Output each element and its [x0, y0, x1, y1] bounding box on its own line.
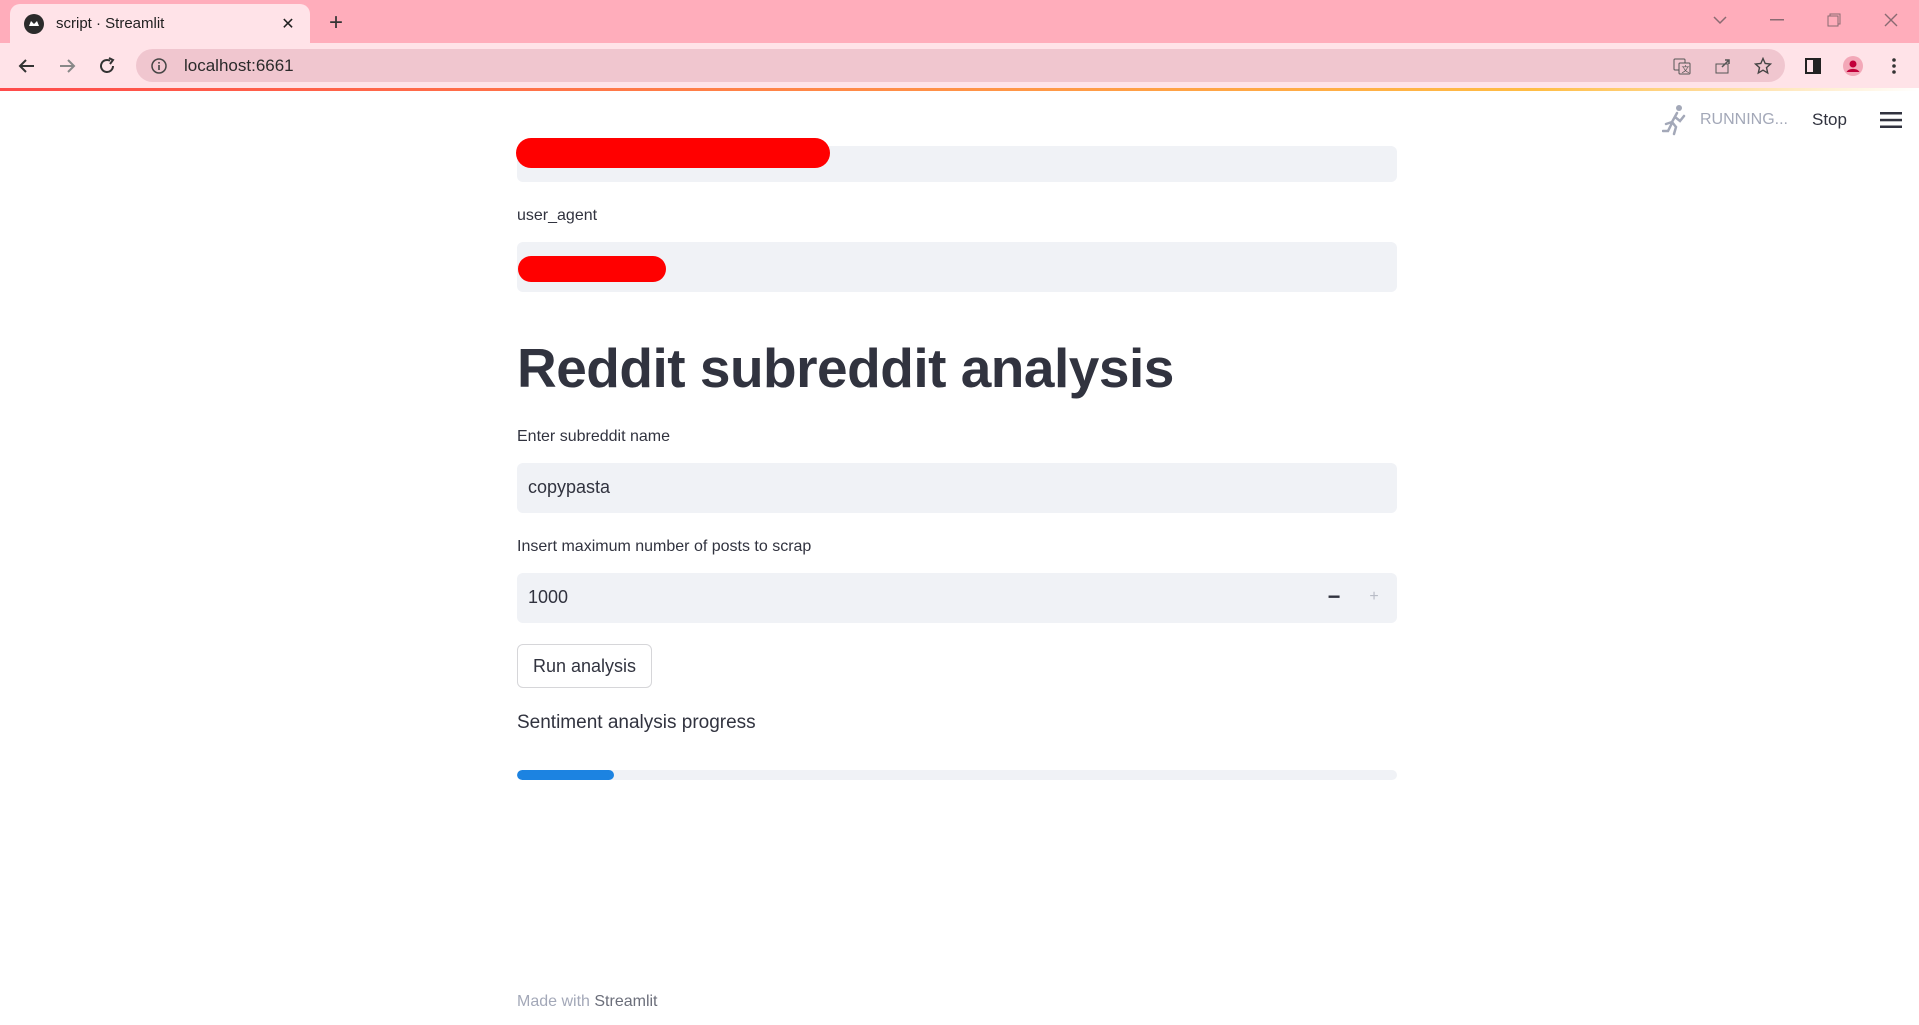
- bookmark-star-icon[interactable]: [1748, 49, 1778, 82]
- browser-menu-icon[interactable]: [1878, 50, 1910, 82]
- tab-title: script · Streamlit: [56, 15, 165, 32]
- url-text: localhost:6661: [184, 55, 294, 75]
- subreddit-value: copypasta: [528, 477, 611, 497]
- user-agent-label: user_agent: [517, 207, 598, 224]
- browser-tab-bar: script · Streamlit ✕ +: [0, 0, 1919, 43]
- max-posts-label: Insert maximum number of posts to scrap: [517, 538, 812, 555]
- site-info-icon[interactable]: [150, 57, 168, 75]
- redaction-mark: [518, 256, 666, 282]
- restore-icon[interactable]: [1806, 0, 1862, 40]
- subreddit-input[interactable]: copypasta: [517, 463, 1397, 513]
- redacted-input-top[interactable]: [516, 138, 1397, 182]
- browser-tab[interactable]: script · Streamlit ✕: [10, 4, 310, 43]
- progress-bar: [517, 770, 1397, 780]
- share-icon[interactable]: [1708, 49, 1738, 82]
- address-bar[interactable]: localhost:6661 文: [136, 49, 1785, 82]
- increment-button[interactable]: +: [1355, 573, 1393, 621]
- run-analysis-button[interactable]: Run analysis: [517, 644, 653, 688]
- forward-icon[interactable]: [51, 50, 83, 82]
- running-status: RUNNING...: [1662, 104, 1788, 136]
- back-icon[interactable]: [11, 50, 43, 82]
- footer-prefix: Made with: [517, 993, 590, 1010]
- redaction-mark: [516, 138, 830, 168]
- streamlit-favicon-icon: [24, 13, 44, 34]
- profile-avatar-icon[interactable]: [1837, 50, 1869, 82]
- streamlit-header-decoration: [0, 88, 1919, 91]
- reload-icon[interactable]: [91, 50, 123, 82]
- subreddit-label: Enter subreddit name: [517, 428, 670, 445]
- streamlit-link[interactable]: Streamlit: [594, 993, 657, 1010]
- max-posts-value: 1000: [528, 587, 569, 607]
- decrement-button[interactable]: −: [1315, 573, 1353, 621]
- progress-label: Sentiment analysis progress: [517, 712, 756, 733]
- tab-search-icon[interactable]: [1692, 0, 1748, 40]
- running-man-icon: [1662, 105, 1686, 136]
- svg-text:文: 文: [1682, 64, 1690, 74]
- user-agent-input[interactable]: [517, 242, 1397, 292]
- browser-toolbar: localhost:6661 文: [0, 43, 1919, 88]
- translate-icon[interactable]: 文: [1667, 49, 1697, 82]
- running-label: RUNNING...: [1700, 111, 1788, 128]
- tab-close-icon[interactable]: ✕: [278, 14, 298, 34]
- footer: Made with Streamlit: [517, 993, 658, 1011]
- side-panel-icon[interactable]: [1797, 50, 1829, 82]
- progress-bar-fill: [517, 770, 614, 780]
- minimize-icon[interactable]: [1749, 0, 1805, 40]
- new-tab-icon[interactable]: +: [322, 9, 350, 37]
- hamburger-menu-icon[interactable]: [1880, 111, 1902, 129]
- window-close-icon[interactable]: [1863, 0, 1919, 40]
- max-posts-number-input[interactable]: 1000 − +: [517, 573, 1397, 623]
- page-title: Reddit subreddit analysis: [517, 337, 1174, 399]
- stop-button[interactable]: Stop: [1812, 110, 1847, 130]
